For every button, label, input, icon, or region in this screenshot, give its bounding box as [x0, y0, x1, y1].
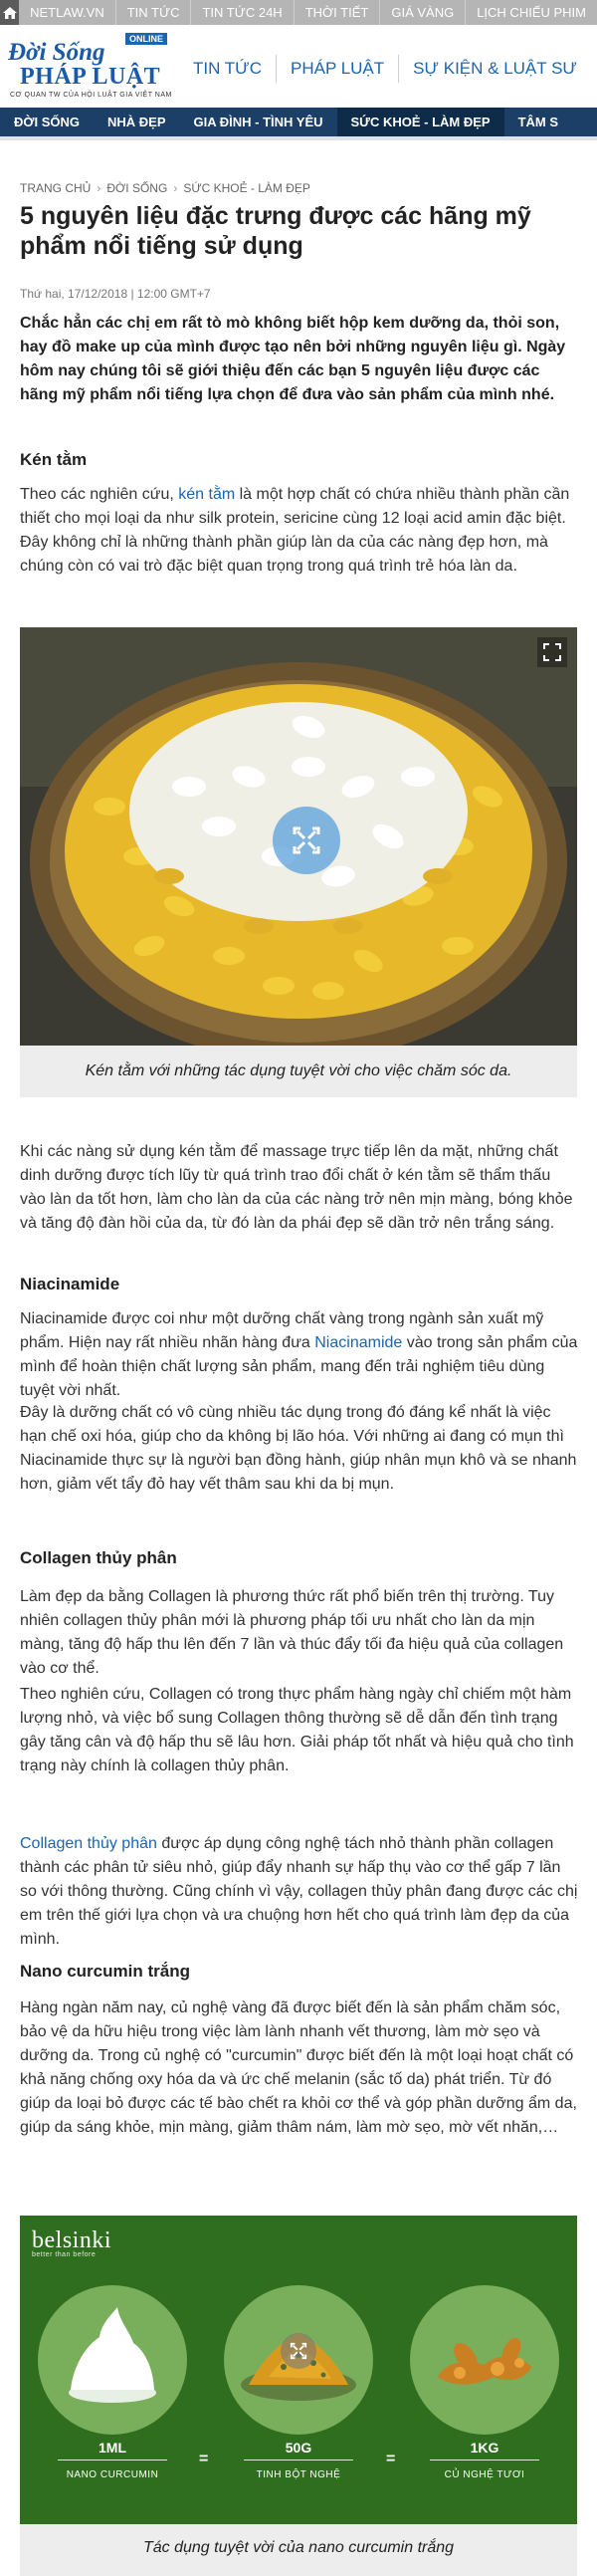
cream-icon [69, 2307, 156, 2403]
breadcrumb-doi-song[interactable]: ĐỜI SỐNG [106, 181, 167, 195]
zoom-icon [290, 2342, 307, 2360]
nano-curcumin-infographic[interactable]: belsinki better than before 1ML 50G 1KG … [20, 2216, 577, 2524]
catnav-tam-su[interactable]: TÂM S [504, 108, 572, 136]
toplink-tin-tuc[interactable]: TIN TỨC [114, 0, 191, 25]
equals-sign: = [199, 2451, 209, 2467]
zoom-image-button[interactable] [281, 2333, 316, 2369]
site-header: ONLINE Đời Sống PHÁP LUẬT CƠ QUAN TW CỦA… [0, 25, 597, 108]
figure-ken-tam: Kén tằm với những tác dụng tuyệt vời cho… [20, 627, 577, 1097]
logo-tagline: CƠ QUAN TW CỦA HỘI LUẬT GIA VIỆT NAM [10, 92, 172, 99]
link-ken-tam[interactable]: kén tằm [178, 486, 235, 503]
zoom-image-button[interactable] [273, 807, 340, 874]
nav-divider [0, 136, 597, 140]
home-button[interactable] [0, 0, 20, 25]
brand-logo: belsinki better than before [32, 2227, 111, 2258]
figure-caption: Tác dụng tuyệt vời của nano curcumin trắ… [142, 2539, 455, 2556]
mainnav-su-kien-luat-su[interactable]: SỰ KIỆN & LUẬT SƯ [398, 55, 591, 83]
home-icon [2, 6, 17, 19]
catnav-doi-song[interactable]: ĐỜI SỐNG [0, 108, 94, 136]
toplink-lich-chieu-phim[interactable]: LỊCH CHIẾU PHIM [465, 0, 597, 25]
paragraph-niacinamide-2: Đây là dưỡng chất có vô cùng nhiều tác d… [20, 1404, 577, 1493]
divider-line [244, 2459, 353, 2460]
mainnav-phap-luat[interactable]: PHÁP LUẬT [275, 55, 398, 83]
mainnav-tin-tuc[interactable]: TIN TỨC [179, 55, 276, 83]
paragraph-massage: Khi các nàng sử dụng kén tằm để massage … [20, 1143, 573, 1232]
turmeric-root-icon [438, 2337, 531, 2385]
brand-name: belsinki [32, 2227, 111, 2253]
paragraph-collagen-2: Theo nghiên cứu, Collagen có trong thực … [20, 1686, 574, 1774]
heading-nano-curcumin: Nano curcumin trắng [20, 1962, 190, 1981]
value-tinh-bot-nghe: 50G [285, 2440, 312, 2456]
divider-line [430, 2459, 539, 2460]
paragraph-niacinamide-1: Niacinamide được coi như một dưỡng chất … [20, 1307, 579, 1403]
equals-sign: = [386, 2451, 396, 2467]
figure-caption: Kén tằm với những tác dụng tuyệt vời cho… [85, 1062, 512, 1079]
expand-icon [543, 643, 561, 661]
value-nano-curcumin: 1ML [99, 2440, 126, 2456]
unit-cu-nghe-tuoi: CỦ NGHỆ TƯƠI [444, 2469, 525, 2480]
site-logo[interactable]: ONLINE Đời Sống PHÁP LUẬT CƠ QUAN TW CỦA… [8, 33, 177, 103]
breadcrumb-suc-khoe[interactable]: SỨC KHOẺ - LÀM ĐẸP [183, 181, 310, 195]
catnav-nha-dep[interactable]: NHÀ ĐẸP [94, 108, 180, 136]
breadcrumb-separator: › [173, 181, 178, 195]
paragraph-collagen-1: Làm đẹp da bằng Collagen là phương thức … [20, 1588, 564, 1677]
zoom-icon [293, 826, 320, 854]
value-cu-nghe-tuoi: 1KG [470, 2440, 499, 2456]
paragraph-collagen-3: Collagen thủy phân được áp dụng công ngh… [20, 1832, 579, 1952]
heading-collagen: Collagen thủy phân [20, 1548, 177, 1567]
toplink-gia-vang[interactable]: GIÁ VÀNG [379, 0, 465, 25]
link-niacinamide[interactable]: Niacinamide [314, 1334, 402, 1351]
toplink-netlaw[interactable]: NETLAW.VN [19, 0, 115, 25]
breadcrumb-separator: › [97, 181, 101, 195]
unit-tinh-bot-nghe: TINH BỘT NGHỆ [256, 2469, 341, 2480]
ken-tam-image[interactable] [20, 627, 577, 1046]
link-collagen-thuy-phan[interactable]: Collagen thủy phân [20, 1835, 157, 1852]
article-date: Thứ hai, 17/12/2018 | 12:00 GMT+7 [20, 287, 211, 301]
catnav-gia-dinh-tinh-yeu[interactable]: GIA ĐÌNH - TÌNH YÊU [180, 108, 337, 136]
heading-niacinamide: Niacinamide [20, 1275, 120, 1293]
top-utility-bar: NETLAW.VN TIN TỨC TIN TỨC 24H THỜI TIẾT … [0, 0, 597, 25]
article-title: 5 nguyên liệu đặc trưng được các hãng mỹ… [20, 202, 531, 260]
toplink-thoi-tiet[interactable]: THỜI TIẾT [293, 0, 380, 25]
category-nav: ĐỜI SỐNG NHÀ ĐẸP GIA ĐÌNH - TÌNH YÊU SỨC… [0, 108, 597, 136]
article-sapo: Chắc hẳn các chị em rất tò mò không biết… [20, 315, 566, 403]
heading-ken-tam: Kén tằm [20, 450, 88, 469]
main-nav: TIN TỨC PHÁP LUẬT SỰ KIỆN & LUẬT SƯ [179, 55, 591, 83]
paragraph-nano-curcumin: Hàng ngàn năm nay, củ nghệ vàng đã được … [20, 1999, 577, 2136]
logo-line1: Đời Sống [8, 39, 105, 66]
divider-line [58, 2459, 167, 2460]
logo-online-badge: ONLINE [125, 33, 168, 45]
logo-line2: PHÁP LUẬT [20, 64, 161, 90]
breadcrumb-home[interactable]: TRANG CHỦ [20, 181, 91, 195]
breadcrumb: TRANG CHỦ › ĐỜI SỐNG › SỨC KHOẺ - LÀM ĐẸ… [20, 181, 310, 195]
figure-nano-curcumin: belsinki better than before 1ML 50G 1KG … [20, 2216, 577, 2576]
catnav-suc-khoe-lam-dep[interactable]: SỨC KHOẺ - LÀM ĐẸP [336, 108, 504, 136]
expand-image-button[interactable] [537, 637, 567, 667]
toplink-tin-tuc-24h[interactable]: TIN TỨC 24H [190, 0, 293, 25]
paragraph-ken-tam: Theo các nghiên cứu, kén tằm là một hợp … [20, 483, 579, 579]
unit-nano-curcumin: NANO CURCUMIN [66, 2469, 159, 2480]
paragraph-text: Theo các nghiên cứu, [20, 486, 179, 503]
